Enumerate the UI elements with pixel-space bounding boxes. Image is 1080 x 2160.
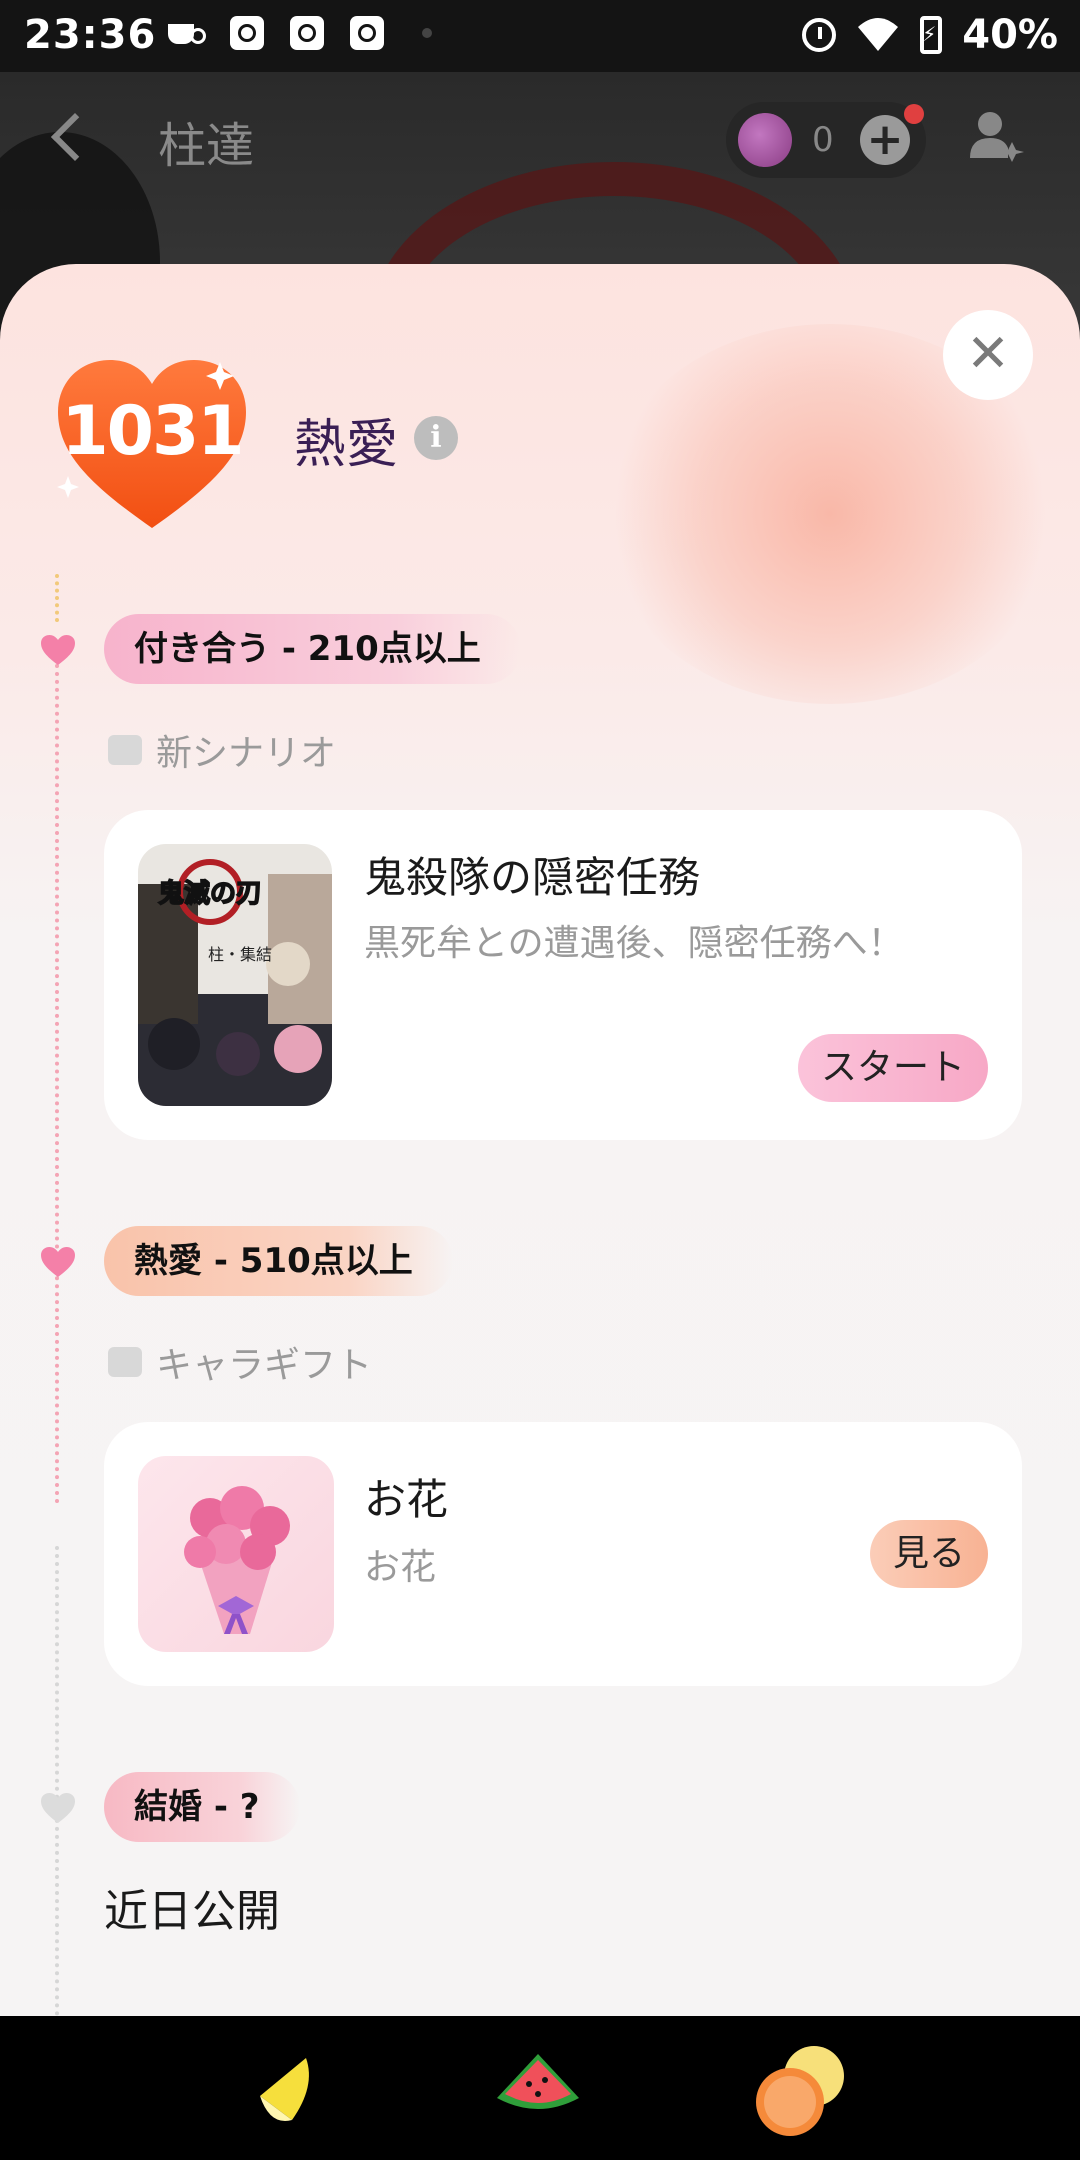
view-button[interactable]: 見る (870, 1520, 988, 1588)
calendar-icon (108, 735, 142, 765)
coming-soon-text: 近日公開 (104, 1886, 280, 1937)
affection-sheet: ✕ 1031 熱愛 i 付き合う - 210点以上 新シナリオ 鬼滅の刃 柱・集… (0, 264, 1080, 2016)
gift-description: お花 (364, 1547, 437, 1588)
timeline-line (55, 664, 59, 1504)
fingerprint-icon (290, 16, 324, 50)
timeline-heart-icon (41, 1247, 75, 1277)
wifi-icon (858, 18, 899, 51)
section-label-gift: キャラギフト (108, 1336, 372, 1388)
lemon-icon[interactable] (230, 2036, 340, 2146)
gift-card[interactable]: お花 お花 見る (104, 1422, 1022, 1686)
coin-count: 0 (812, 120, 834, 160)
info-icon[interactable]: i (414, 416, 458, 460)
scenario-description: 黒死牟との遭遇後、隠密任務へ！ (364, 923, 904, 964)
section-label-text: 新シナリオ (156, 733, 337, 774)
stage-tag-marriage: 結婚 - ? (104, 1772, 300, 1842)
alarm-icon (802, 18, 837, 52)
timeline-line (55, 574, 59, 622)
gem-icon (738, 113, 792, 167)
fingerprint-icon (230, 16, 264, 50)
battery-icon (920, 16, 943, 54)
stage-tag-dating: 付き合う - 210点以上 (104, 614, 521, 684)
scenario-title: 鬼殺隊の隠密任務 (364, 853, 701, 902)
status-time: 23:36 (24, 12, 157, 58)
gift-thumbnail (138, 1456, 334, 1652)
notification-badge (904, 104, 924, 124)
affection-level: 熱愛 (294, 415, 399, 475)
start-button[interactable]: スタート (798, 1034, 988, 1102)
scenario-thumbnail: 鬼滅の刃 柱・集結 (138, 844, 332, 1106)
gift-icon (108, 1347, 142, 1377)
timeline-heart-icon (41, 1793, 75, 1823)
orange-icon[interactable] (746, 2036, 856, 2146)
chat-title: 柱達 (158, 118, 255, 174)
section-label-text: キャラギフト (156, 1345, 373, 1386)
coffee-icon (166, 18, 206, 48)
affection-score: 1031 (61, 392, 244, 471)
timeline-heart-icon (41, 635, 75, 665)
watermelon-icon[interactable] (483, 2036, 593, 2146)
stage-tag-passion: 熱愛 - 510点以上 (104, 1226, 453, 1296)
coin-balance[interactable]: 0 + (726, 102, 926, 178)
timeline-line (55, 1546, 59, 2016)
gift-title: お花 (364, 1475, 449, 1524)
scenario-card[interactable]: 鬼滅の刃 柱・集結 鬼殺隊の隠密任務 黒死牟との遭遇後、隠密任務へ！ スタート (104, 810, 1022, 1140)
thumb-title: 鬼滅の刃 (158, 878, 262, 909)
bottom-navigation (0, 2016, 1080, 2160)
close-button[interactable]: ✕ (943, 310, 1033, 400)
status-bar: 23:36 40% (0, 0, 1080, 72)
fingerprint-icon (350, 16, 384, 50)
section-label-scenario: 新シナリオ (108, 724, 336, 776)
add-user-icon[interactable] (966, 106, 1026, 166)
notification-dot-icon (422, 28, 432, 38)
thumb-subtitle: 柱・集結 (208, 945, 272, 964)
battery-percent: 40% (962, 12, 1058, 58)
add-coin-button[interactable]: + (860, 115, 910, 165)
